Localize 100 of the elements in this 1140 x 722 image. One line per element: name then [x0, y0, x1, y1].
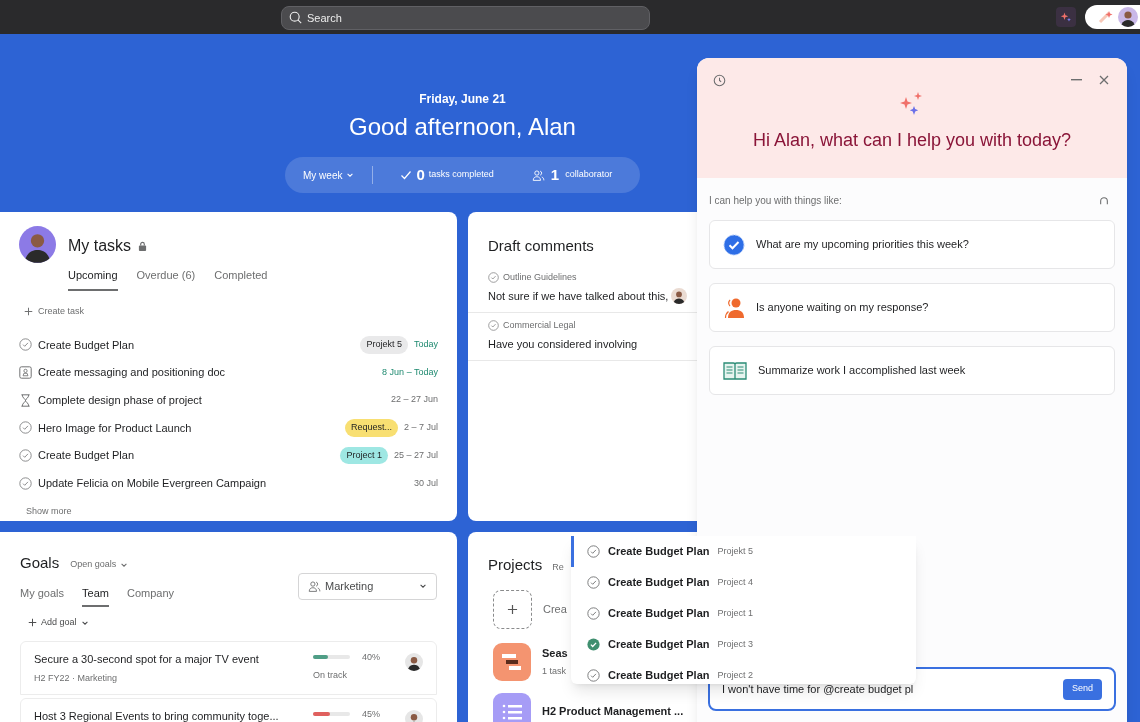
mention-option[interactable]: Create Budget Plan Project 1 — [571, 598, 916, 629]
plus-icon — [24, 306, 33, 316]
sparkle-icon — [1060, 11, 1072, 23]
send-button[interactable]: Send — [1062, 678, 1102, 700]
suggestion-card[interactable]: Summarize work I accomplished last week — [709, 346, 1115, 395]
check-circle-icon[interactable] — [587, 545, 600, 558]
due-date: Today — [413, 338, 438, 352]
goal-status: On track — [313, 669, 348, 682]
hourglass-icon[interactable] — [19, 393, 32, 407]
add-goal-button[interactable]: Add goal — [28, 616, 89, 630]
tab[interactable]: Team — [82, 584, 109, 607]
goals-filter-dropdown[interactable]: Open goals — [70, 558, 129, 572]
avatar — [19, 226, 56, 263]
approval-icon[interactable] — [19, 366, 32, 380]
plus-icon — [28, 618, 37, 628]
goal-row[interactable]: Secure a 30-second spot for a major TV event H2 FY22 · Marketing 40% On track — [20, 640, 437, 695]
create-project-button[interactable] — [493, 589, 532, 629]
mention-option[interactable]: Create Budget Plan Project 3 — [571, 629, 916, 660]
suggestion-card[interactable]: Is anyone waiting on my response? — [709, 283, 1115, 332]
search-icon — [289, 10, 302, 24]
check-circle-icon[interactable] — [587, 607, 600, 620]
option-task: Create Budget Plan — [608, 575, 710, 591]
option-task: Create Budget Plan — [608, 606, 710, 622]
mention-option[interactable]: Create Budget Plan Project 4 — [571, 567, 916, 598]
search-field[interactable]: Search — [281, 6, 650, 30]
task-row[interactable]: Update Felicia on Mobile Evergreen Campaign 30 Jul — [19, 469, 438, 498]
project-name: Seas — [542, 646, 568, 661]
assistant-greeting: Hi Alan, what can I help you with today? — [752, 129, 1072, 152]
tab[interactable]: Overdue (6) — [136, 267, 196, 291]
close-icon[interactable] — [1099, 75, 1109, 85]
check-icon — [400, 169, 413, 181]
check-circle-icon[interactable] — [19, 338, 32, 352]
minimize-icon[interactable] — [1071, 79, 1082, 81]
people-icon — [531, 168, 545, 182]
check-circle-icon[interactable] — [19, 449, 32, 463]
check-circle-icon[interactable] — [488, 319, 499, 331]
avatar — [405, 652, 423, 671]
project-tag: Project 1 — [340, 446, 388, 465]
assistant-intro: I can help you with things like: — [709, 194, 842, 208]
ai-sparkle-button[interactable] — [1056, 7, 1076, 27]
chevron-down-icon — [419, 582, 427, 590]
check-circle-icon[interactable] — [587, 576, 600, 589]
account-pill[interactable] — [1085, 5, 1140, 29]
mention-option[interactable]: Create Budget Plan Projekt 5 — [571, 536, 916, 567]
completed-count: 0 — [416, 164, 425, 185]
task-row[interactable]: Create Budget Plan Project 1 25 – 27 Jul — [19, 441, 438, 470]
comment-task: Commercial Legal — [503, 318, 576, 332]
comment-text: Have you considered involving — [488, 337, 638, 352]
greeting-heading: Good afternoon, Alan — [349, 112, 576, 142]
create-project-label: Crea — [543, 601, 567, 617]
tab[interactable]: My goals — [20, 584, 65, 607]
card-title: Draft comments — [488, 236, 594, 256]
goal-title: Host 3 Regional Events to bring community toge... — [34, 708, 280, 722]
tab[interactable]: Company — [126, 584, 174, 607]
task-row[interactable]: Complete design phase of project 22 – 27 Jun — [19, 386, 438, 415]
show-more-link[interactable]: Show more — [26, 505, 72, 519]
task-row[interactable]: Hero Image for Product Launch Request... 2 – 7 Jul — [19, 414, 438, 442]
option-task: Create Budget Plan — [608, 668, 710, 684]
task-row[interactable]: Create messaging and positioning doc 8 Jun – Today — [19, 358, 438, 387]
period-dropdown[interactable]: My week — [303, 166, 374, 184]
due-date: 22 – 27 Jun — [390, 393, 438, 407]
card-title: Goals — [20, 553, 60, 573]
history-icon[interactable] — [713, 74, 726, 87]
option-project: Projekt 5 — [717, 544, 753, 558]
task-name: Update Felicia on Mobile Evergreen Campaign — [38, 476, 267, 492]
comment-text: Not sure if we have talked about this, — [488, 289, 669, 304]
goal-row[interactable]: Host 3 Regional Events to bring community toge... 45% — [20, 697, 437, 722]
check-circle-icon[interactable] — [19, 476, 32, 490]
due-date: 8 Jun – Today — [382, 365, 438, 379]
goal-meta: H2 FY22 · Marketing — [34, 672, 119, 685]
task-name: Hero Image for Product Launch — [38, 420, 192, 436]
option-project: Project 4 — [717, 575, 753, 589]
due-date: 30 Jul — [413, 476, 438, 490]
option-project: Project 3 — [717, 637, 753, 651]
project-tag: Projekt 5 — [360, 336, 408, 354]
check-circle-icon[interactable] — [587, 669, 600, 682]
comment-task: Outline Guidelines — [503, 270, 577, 284]
option-project: Project 1 — [717, 606, 753, 620]
progress-percent: 40% — [362, 650, 380, 664]
collaborator-count: 1 — [550, 164, 560, 185]
project-icon[interactable] — [493, 642, 531, 681]
team-select[interactable]: Marketing — [298, 572, 437, 600]
goal-title: Secure a 30-second spot for a major TV event — [34, 651, 260, 667]
option-task: Create Budget Plan — [608, 544, 710, 560]
suggestion-card[interactable]: What are my upcoming priorities this week? — [709, 220, 1115, 269]
people-icon — [308, 579, 321, 593]
collaborator-label: collaborator — [565, 168, 613, 182]
create-task-button[interactable]: Create task — [24, 304, 85, 318]
streak-icon — [1098, 10, 1114, 24]
tab[interactable]: Completed — [214, 267, 268, 291]
check-circle-icon[interactable] — [19, 421, 32, 435]
date-label: Friday, June 21 — [419, 91, 506, 108]
projects-filter[interactable]: Re — [552, 561, 564, 575]
task-name: Complete design phase of project — [38, 392, 202, 408]
due-date: 25 – 27 Jul — [393, 448, 438, 462]
project-meta: 1 task — [542, 664, 567, 678]
tab[interactable]: Upcoming — [68, 267, 118, 291]
check-circle-icon[interactable] — [488, 271, 499, 283]
refresh-icon[interactable] — [1099, 195, 1109, 206]
task-row[interactable]: Create Budget Plan Projekt 5 Today — [19, 331, 438, 359]
